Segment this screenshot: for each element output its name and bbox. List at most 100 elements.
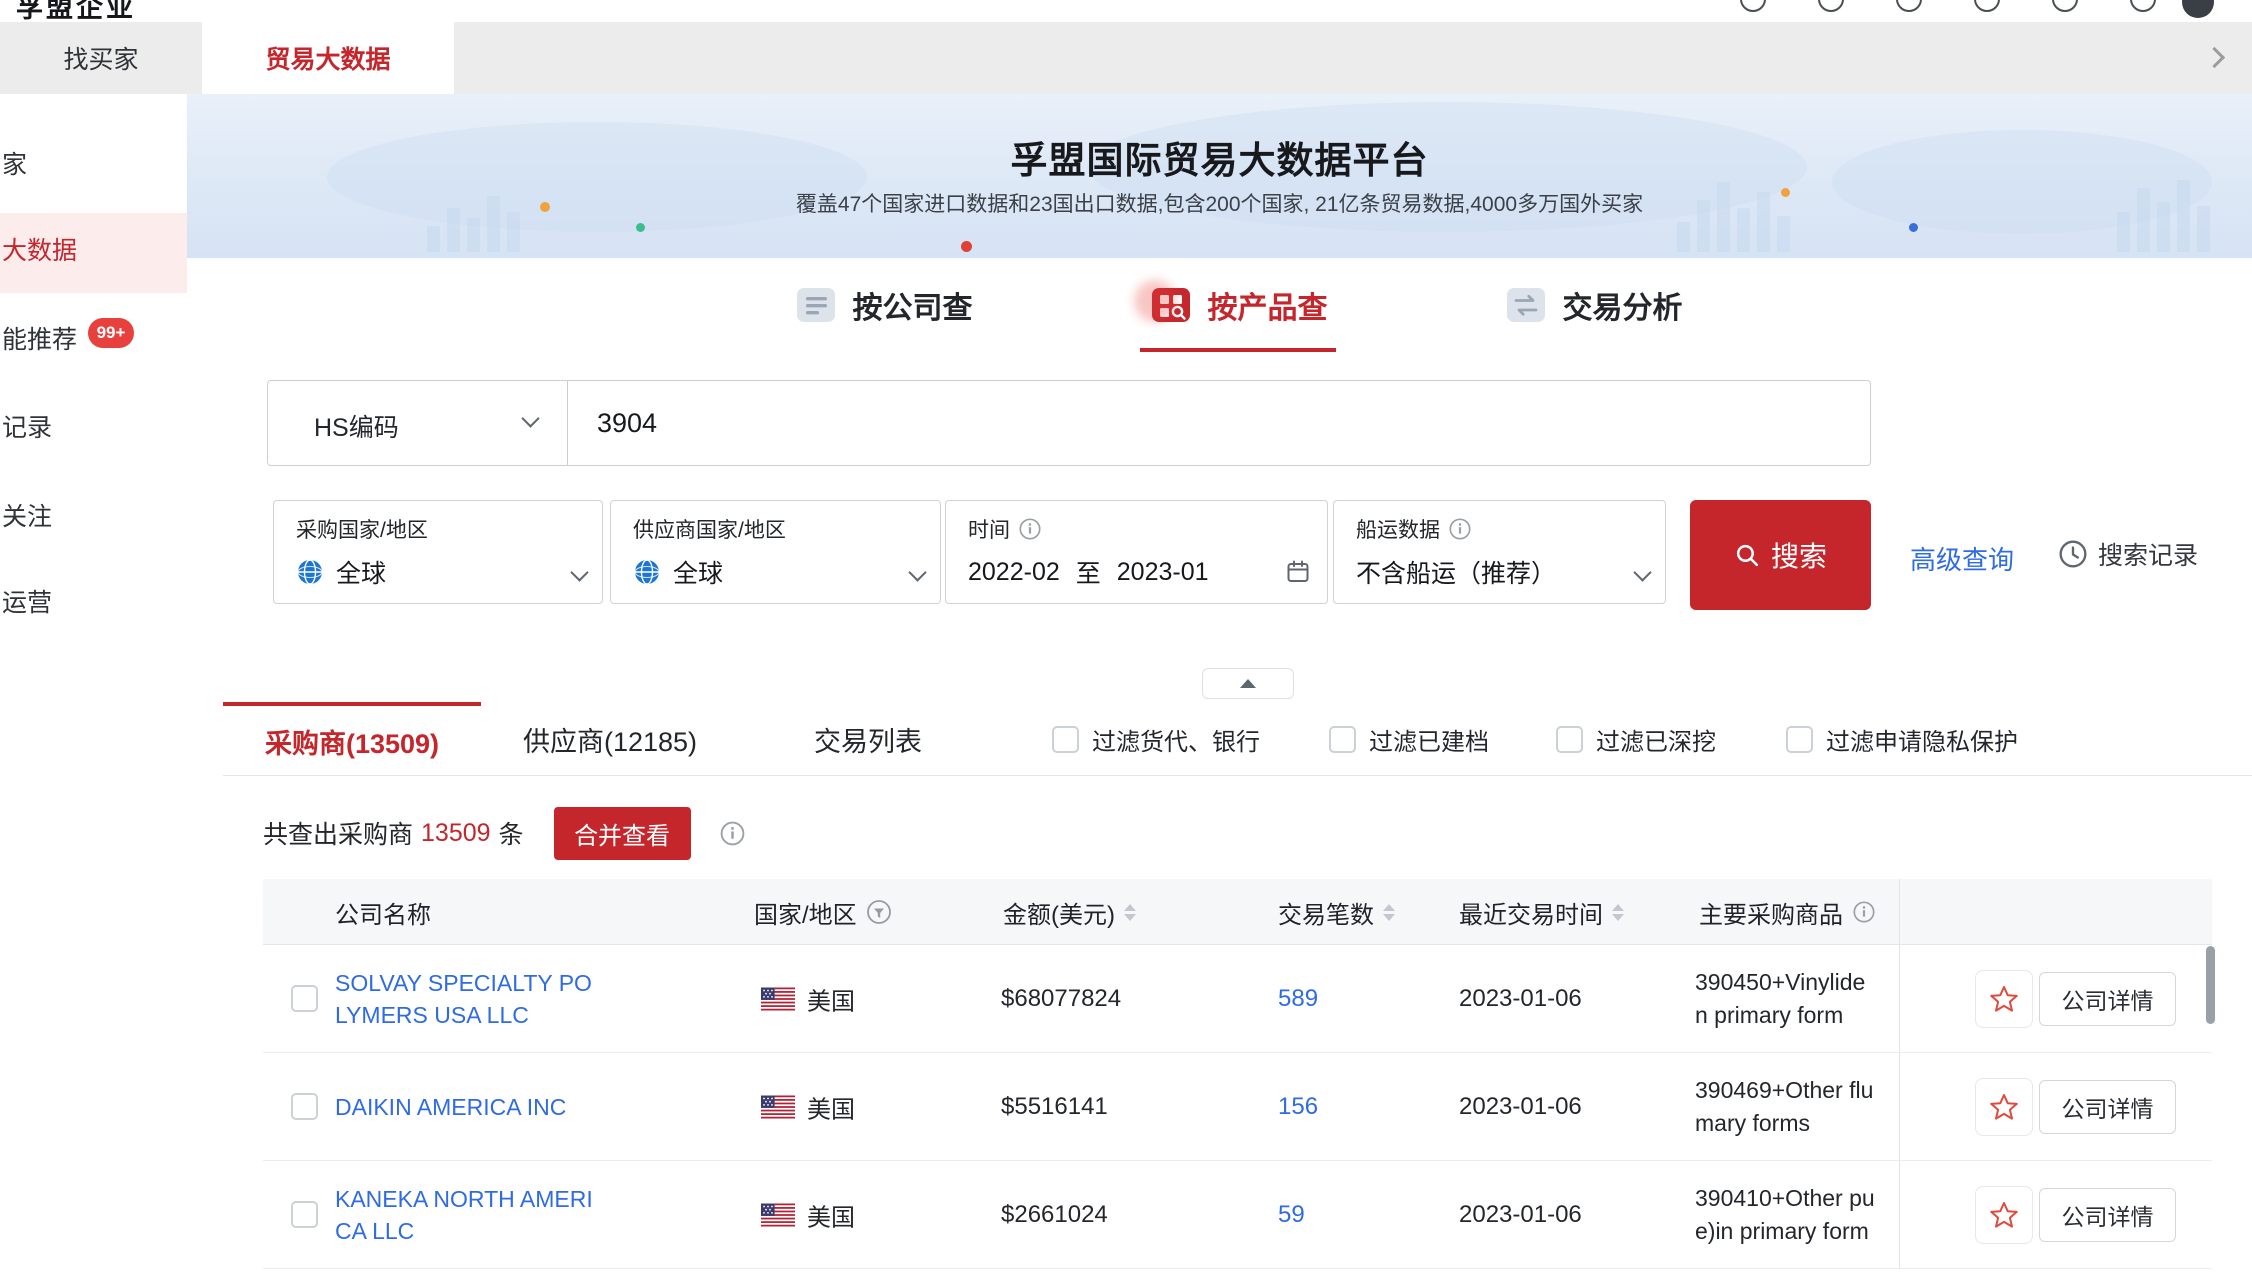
chevron-up-icon bbox=[1240, 679, 1256, 688]
search-history-link[interactable]: 搜索记录 bbox=[2058, 536, 2198, 572]
checkbox-icon bbox=[1556, 726, 1583, 753]
company-link[interactable]: SOLVAY SPECIALTY POLYMERS USA LLC bbox=[335, 967, 593, 1031]
header-amount[interactable]: 金额(美元) bbox=[1003, 879, 1136, 945]
favorite-star-button[interactable] bbox=[1975, 1078, 2033, 1136]
banner-decoration bbox=[636, 223, 645, 232]
logo[interactable]: 孚盟企业 bbox=[16, 0, 136, 22]
filter-archived-checkbox[interactable]: 过滤已建档 bbox=[1329, 702, 1489, 776]
country-cell: 美国 bbox=[761, 1197, 855, 1232]
merge-view-button[interactable]: 合并查看 bbox=[554, 807, 691, 860]
mode-label: 交易分析 bbox=[1563, 283, 1683, 327]
favorite-star-button[interactable] bbox=[1975, 1186, 2033, 1244]
info-icon[interactable] bbox=[1448, 517, 1472, 541]
filter-deep-dug-checkbox[interactable]: 过滤已深挖 bbox=[1556, 702, 1716, 776]
help-icon[interactable] bbox=[2130, 0, 2156, 12]
avatar[interactable] bbox=[2182, 0, 2214, 18]
row-checkbox[interactable] bbox=[291, 1201, 318, 1228]
amount-cell: $68077824 bbox=[1001, 985, 1121, 1013]
company-link[interactable]: DAIKIN AMERICA INC bbox=[335, 1091, 593, 1123]
results-summary: 共查出采购商 13509 条 合并查看 bbox=[263, 806, 746, 860]
row-checkbox[interactable] bbox=[291, 1093, 318, 1120]
main-tab-bar: 找买家 贸易大数据 bbox=[0, 22, 2252, 94]
sort-icon bbox=[1612, 904, 1624, 921]
header-company: 公司名称 bbox=[335, 879, 431, 945]
chevron-down-icon bbox=[1633, 563, 1651, 581]
sidebar-item-big-data[interactable]: 大数据 bbox=[2, 231, 187, 271]
company-link[interactable]: KANEKA NORTH AMERICA LLC bbox=[335, 1183, 593, 1247]
star-icon bbox=[1988, 1091, 2020, 1123]
info-icon[interactable] bbox=[719, 820, 746, 847]
advanced-query-link[interactable]: 高级查询 bbox=[1910, 540, 2014, 577]
share-icon[interactable] bbox=[1974, 0, 2000, 12]
favorite-star-button[interactable] bbox=[1975, 970, 2033, 1028]
star-icon bbox=[1988, 1199, 2020, 1231]
sort-icon bbox=[1383, 904, 1395, 921]
company-detail-button[interactable]: 公司详情 bbox=[2039, 1188, 2176, 1242]
mode-search-by-product[interactable]: 按产品查 bbox=[1148, 258, 1328, 352]
recommend-count-badge: 99+ bbox=[88, 318, 134, 348]
table-row: DAIKIN AMERICA INC 美国 $5516141 156 2023-… bbox=[263, 1053, 2212, 1161]
row-checkbox[interactable] bbox=[291, 985, 318, 1012]
results-tab-bar: 采购商(13509) 供应商(12185) 交易列表 过滤货代、银行 过滤已建档… bbox=[223, 702, 2252, 776]
hs-code-type-dropdown[interactable]: HS编码 bbox=[268, 381, 568, 465]
summary-unit: 条 bbox=[499, 815, 524, 851]
mode-search-by-company[interactable]: 按公司查 bbox=[793, 258, 973, 352]
collapse-search-panel-button[interactable] bbox=[1202, 668, 1294, 699]
sidebar-item-records[interactable]: 记录 bbox=[2, 408, 187, 448]
buyer-country-filter[interactable]: 采购国家/地区 全球 bbox=[273, 500, 603, 604]
mode-label: 按产品查 bbox=[1208, 283, 1328, 327]
tab-suppliers[interactable]: 供应商(12185) bbox=[481, 702, 739, 776]
country-label: 美国 bbox=[807, 981, 855, 1016]
chevron-right-icon[interactable] bbox=[2204, 47, 2225, 68]
tab-buyers[interactable]: 采购商(13509) bbox=[223, 702, 481, 776]
message-icon[interactable] bbox=[1896, 0, 1922, 12]
company-detail-button[interactable]: 公司详情 bbox=[2039, 1080, 2176, 1134]
country-cell: 美国 bbox=[761, 1089, 855, 1124]
sidebar-item-operation[interactable]: 运营 bbox=[2, 583, 187, 623]
tx-count-link[interactable]: 156 bbox=[1278, 1093, 1318, 1121]
chevron-down-icon bbox=[521, 409, 539, 427]
filter-forwarders-banks-checkbox[interactable]: 过滤货代、银行 bbox=[1052, 702, 1260, 776]
tx-count-link[interactable]: 589 bbox=[1278, 985, 1318, 1013]
last-date-cell: 2023-01-06 bbox=[1459, 1093, 1582, 1121]
banner-subtitle: 覆盖47个国家进口数据和23国出口数据,包含200个国家, 21亿条贸易数据,4… bbox=[187, 188, 2252, 218]
filter-privacy-protection-checkbox[interactable]: 过滤申请隐私保护 bbox=[1786, 702, 2018, 776]
country-label: 美国 bbox=[807, 1197, 855, 1232]
tab-transaction-list[interactable]: 交易列表 bbox=[739, 702, 997, 776]
supplier-country-filter[interactable]: 供应商国家/地区 全球 bbox=[610, 500, 941, 604]
checkbox-icon bbox=[1052, 726, 1079, 753]
shipping-data-filter[interactable]: 船运数据 不含船运（推荐） bbox=[1333, 500, 1666, 604]
history-icon[interactable] bbox=[1740, 0, 1766, 12]
notification-icon[interactable] bbox=[2052, 0, 2078, 12]
sidebar-item-buyers[interactable]: 家 bbox=[2, 145, 187, 185]
checkbox-label: 过滤申请隐私保护 bbox=[1826, 722, 2018, 757]
amount-cell: $5516141 bbox=[1001, 1093, 1108, 1121]
mode-transaction-analysis[interactable]: 交易分析 bbox=[1503, 258, 1683, 352]
company-detail-button[interactable]: 公司详情 bbox=[2039, 972, 2176, 1026]
last-date-cell: 2023-01-06 bbox=[1459, 1201, 1582, 1229]
company-search-icon bbox=[793, 282, 839, 328]
country-filter-icon[interactable] bbox=[866, 899, 892, 925]
tx-count-link[interactable]: 59 bbox=[1278, 1201, 1305, 1229]
main-products-cell: 390450+Vinylide n primary form bbox=[1695, 966, 1900, 1032]
header-last-date[interactable]: 最近交易时间 bbox=[1459, 879, 1624, 945]
globe-icon bbox=[296, 558, 324, 586]
header-tx-count[interactable]: 交易笔数 bbox=[1278, 879, 1395, 945]
sidebar-item-follow[interactable]: 关注 bbox=[2, 497, 187, 537]
time-range-filter[interactable]: 时间 2022-02 至 2023-01 bbox=[945, 500, 1328, 604]
tab-trade-big-data[interactable]: 贸易大数据 bbox=[202, 22, 454, 94]
apps-icon[interactable] bbox=[1818, 0, 1844, 12]
search-mode-tabs: 按公司查 按产品查 交易分析 bbox=[223, 258, 2252, 352]
us-flag-icon bbox=[761, 1095, 795, 1118]
time-separator: 至 bbox=[1076, 554, 1101, 590]
vertical-scrollbar[interactable] bbox=[2206, 946, 2215, 1024]
info-icon[interactable] bbox=[1852, 900, 1876, 924]
supplier-country-value: 全球 bbox=[673, 554, 723, 590]
tab-find-buyers[interactable]: 找买家 bbox=[0, 22, 202, 94]
hs-code-input[interactable] bbox=[569, 382, 1869, 464]
mode-halo-decoration bbox=[1134, 280, 1176, 322]
shipping-label: 船运数据 bbox=[1356, 514, 1440, 544]
info-icon[interactable] bbox=[1018, 517, 1042, 541]
active-mode-underline bbox=[1140, 348, 1336, 352]
search-button[interactable]: 搜索 bbox=[1690, 500, 1871, 610]
